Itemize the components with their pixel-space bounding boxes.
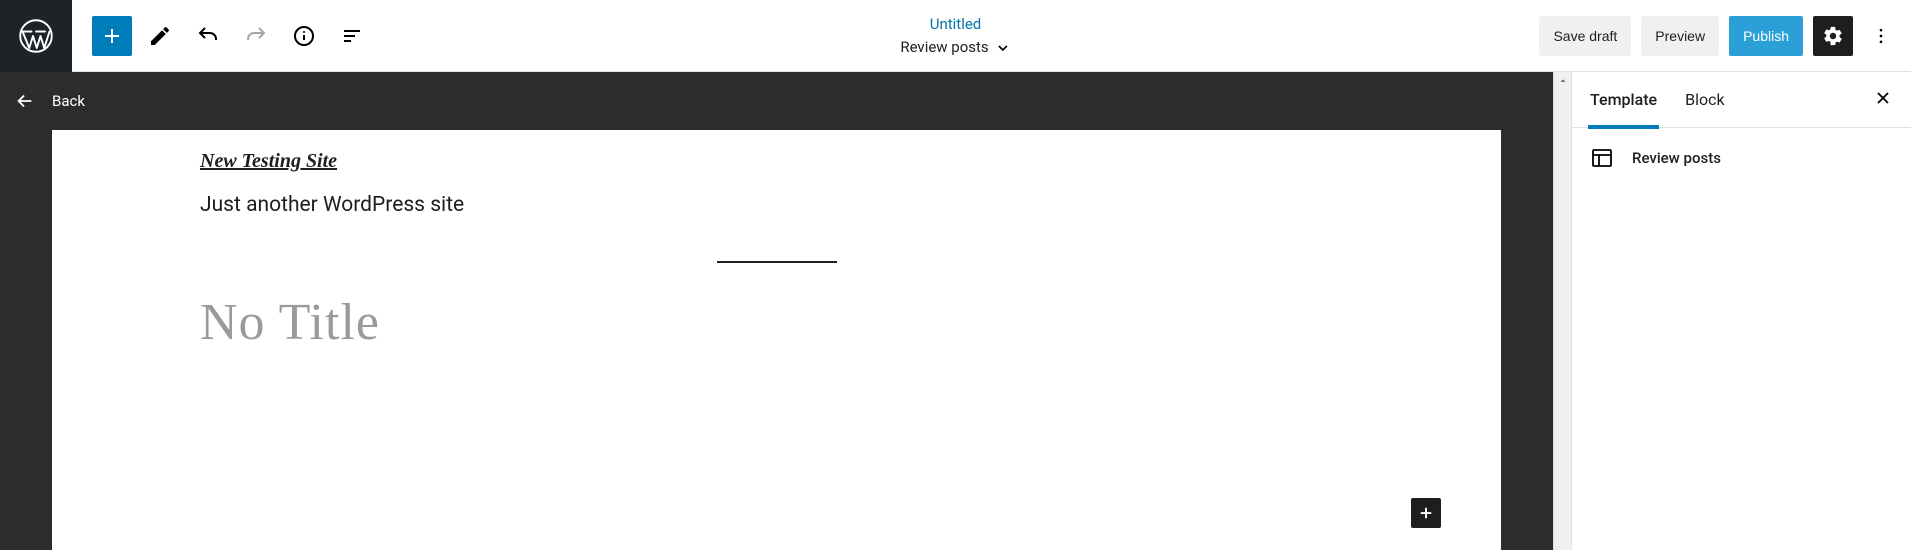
scrollbar[interactable]	[1553, 72, 1571, 550]
template-info-row[interactable]: Review posts	[1590, 146, 1893, 170]
arrow-left-icon	[14, 90, 36, 112]
back-button[interactable]: Back	[0, 72, 1553, 130]
tab-block[interactable]: Block	[1685, 72, 1724, 128]
template-icon	[1590, 146, 1614, 170]
dots-vertical-icon	[1871, 26, 1891, 46]
undo-icon	[196, 24, 220, 48]
sidebar-tabs: Template Block	[1572, 72, 1911, 128]
document-overview-button[interactable]	[284, 16, 324, 56]
top-toolbar: Untitled Review posts Save draft Preview…	[0, 0, 1911, 72]
gear-icon	[1822, 25, 1844, 47]
document-subtitle-label: Review posts	[900, 37, 988, 58]
wordpress-icon	[18, 18, 54, 54]
edit-tool-button[interactable]	[140, 16, 180, 56]
toolbar-left	[72, 0, 372, 71]
site-title-block[interactable]: New Testing Site	[200, 150, 1353, 173]
info-icon	[292, 24, 316, 48]
save-draft-button[interactable]: Save draft	[1539, 16, 1631, 56]
editor-canvas[interactable]: New Testing Site Just another WordPress …	[52, 130, 1501, 550]
post-title-block[interactable]: No Title	[200, 293, 1353, 352]
list-view-button[interactable]	[332, 16, 372, 56]
wordpress-logo[interactable]	[0, 0, 72, 72]
plus-icon	[1417, 504, 1435, 522]
redo-icon	[244, 24, 268, 48]
more-options-button[interactable]	[1863, 16, 1899, 56]
sidebar-body: Review posts	[1572, 128, 1911, 188]
document-switcher[interactable]: Untitled Review posts	[900, 0, 1010, 72]
tab-template[interactable]: Template	[1590, 72, 1657, 128]
pencil-icon	[148, 24, 172, 48]
close-icon	[1873, 88, 1893, 108]
editor-wrap: Back New Testing Site Just another WordP…	[0, 72, 1553, 550]
chevron-up-icon	[1558, 76, 1568, 86]
publish-button[interactable]: Publish	[1729, 16, 1803, 56]
scroll-up-arrow[interactable]	[1554, 72, 1571, 90]
back-label: Back	[52, 92, 85, 110]
settings-button[interactable]	[1813, 16, 1853, 56]
plus-icon	[100, 24, 124, 48]
toolbar-right: Save draft Preview Publish	[1539, 0, 1911, 71]
add-block-inline-button[interactable]	[1411, 498, 1441, 528]
sidebar-close-button[interactable]	[1873, 88, 1893, 112]
document-subtitle: Review posts	[900, 37, 1010, 58]
document-title: Untitled	[930, 14, 982, 35]
redo-button[interactable]	[236, 16, 276, 56]
preview-button[interactable]: Preview	[1641, 16, 1719, 56]
undo-button[interactable]	[188, 16, 228, 56]
chevron-down-icon	[995, 40, 1011, 56]
site-tagline-block[interactable]: Just another WordPress site	[200, 193, 1353, 217]
settings-sidebar: Template Block Review posts	[1571, 72, 1911, 550]
separator-block[interactable]	[717, 261, 837, 263]
template-name: Review posts	[1632, 149, 1721, 167]
list-view-icon	[340, 24, 364, 48]
add-block-button[interactable]	[92, 16, 132, 56]
